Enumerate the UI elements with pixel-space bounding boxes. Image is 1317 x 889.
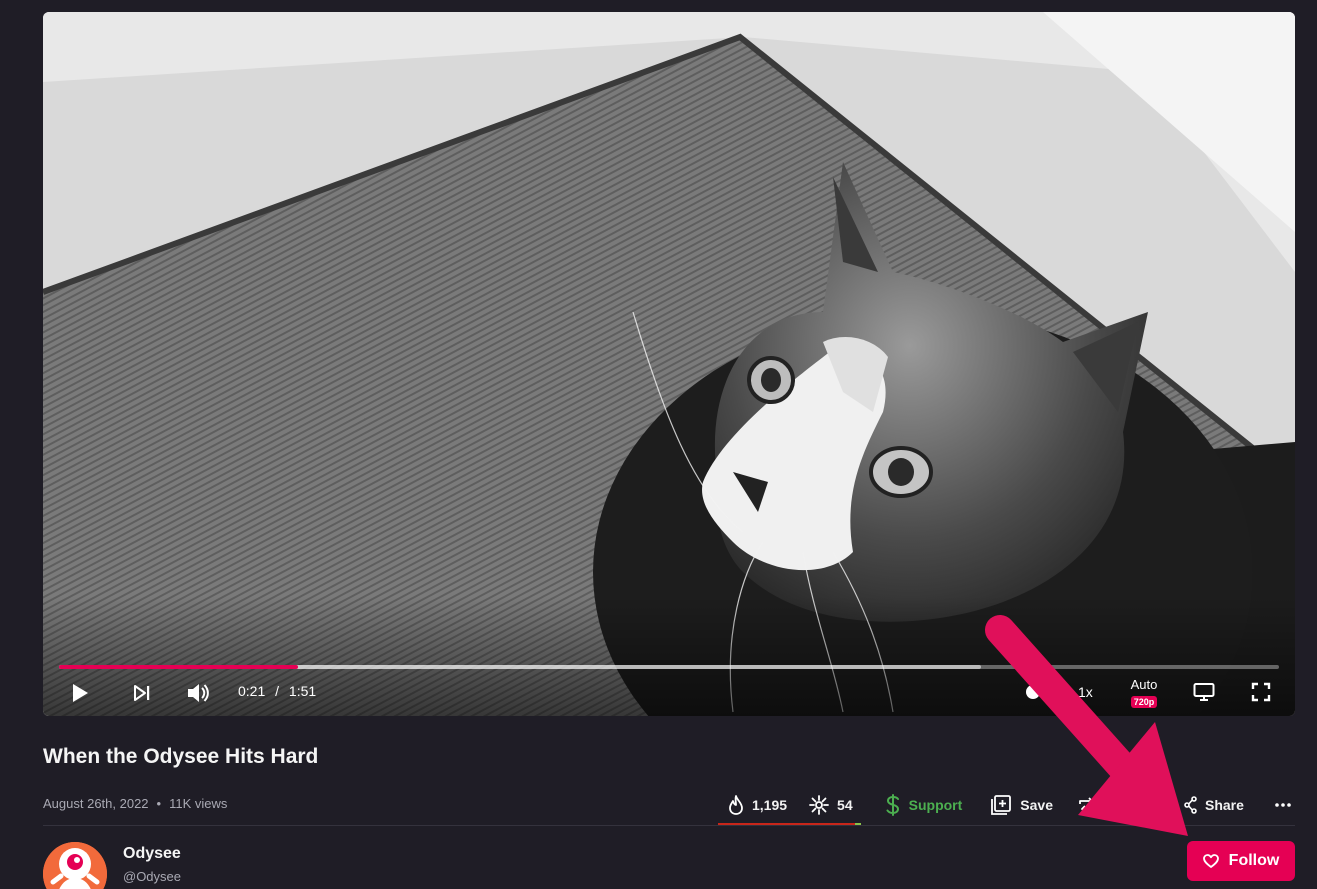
save-label: Save xyxy=(1020,797,1053,813)
quality-selector[interactable]: Auto 720p xyxy=(1126,678,1162,710)
fullscreen-button[interactable] xyxy=(1249,680,1273,704)
odysee-astronaut-icon xyxy=(43,842,107,889)
video-meta: August 26th, 2022 • 11K views xyxy=(43,796,227,811)
follow-button[interactable]: Follow xyxy=(1187,841,1295,881)
slime-button[interactable]: 54 xyxy=(809,790,853,820)
save-to-playlist-icon xyxy=(991,795,1012,815)
channel-handle[interactable]: @Odysee xyxy=(123,869,181,884)
upload-date: August 26th, 2022 xyxy=(43,796,149,811)
quality-badge: 720p xyxy=(1130,696,1158,708)
volume-icon xyxy=(188,684,209,702)
play-icon xyxy=(73,684,88,702)
fire-count: 1,195 xyxy=(752,797,788,813)
skip-next-icon xyxy=(134,685,150,701)
save-button[interactable]: Save xyxy=(990,790,1053,820)
more-horizontal-icon xyxy=(1275,803,1291,807)
more-options-button[interactable] xyxy=(1274,790,1300,820)
volume-button[interactable] xyxy=(184,679,212,707)
slime-count: 54 xyxy=(837,797,853,813)
time-separator: / xyxy=(275,683,280,699)
dollar-icon xyxy=(886,794,899,816)
heart-icon xyxy=(1202,854,1219,868)
share-label: Share xyxy=(1204,797,1244,813)
share-icon xyxy=(1184,796,1197,814)
fire-icon xyxy=(729,795,743,815)
support-label: Support xyxy=(908,797,963,813)
seek-bar-played xyxy=(59,665,299,669)
time-total: 1:51 xyxy=(288,683,317,699)
follow-label: Follow xyxy=(1228,852,1280,869)
repost-icon xyxy=(1079,797,1095,813)
meta-separator: • xyxy=(156,796,162,811)
slime-icon xyxy=(809,795,829,815)
repost-button[interactable] xyxy=(1077,790,1105,820)
support-button[interactable]: Support xyxy=(885,790,963,820)
time-display: 0:21 / 1:51 xyxy=(238,683,316,699)
next-button[interactable] xyxy=(129,680,155,706)
theater-mode-button[interactable] xyxy=(1192,680,1216,704)
channel-name[interactable]: Odysee xyxy=(123,845,181,863)
autoplay-toggle[interactable] xyxy=(1025,684,1041,700)
share-button[interactable]: Share xyxy=(1183,790,1244,820)
channel-avatar[interactable] xyxy=(43,842,107,889)
play-button[interactable] xyxy=(67,680,93,706)
video-title: When the Odysee Hits Hard xyxy=(43,745,319,768)
view-count: 11K views xyxy=(169,796,228,811)
seek-bar[interactable] xyxy=(59,665,1279,669)
playback-speed[interactable]: 1x xyxy=(1078,684,1093,700)
time-current: 0:21 xyxy=(238,683,266,699)
fire-button[interactable]: 1,195 xyxy=(728,790,787,820)
action-bar: 1,195 54 Support Save Share xyxy=(718,790,1300,820)
theater-mode-icon xyxy=(1193,683,1215,701)
controls-overlay xyxy=(43,596,1295,716)
fullscreen-icon xyxy=(1251,682,1271,702)
quality-label: Auto xyxy=(1130,677,1158,692)
section-divider xyxy=(43,825,1295,826)
video-player[interactable]: 0:21 / 1:51 1x Auto 720p xyxy=(43,12,1295,716)
autoplay-toggle-icon xyxy=(1026,685,1040,699)
